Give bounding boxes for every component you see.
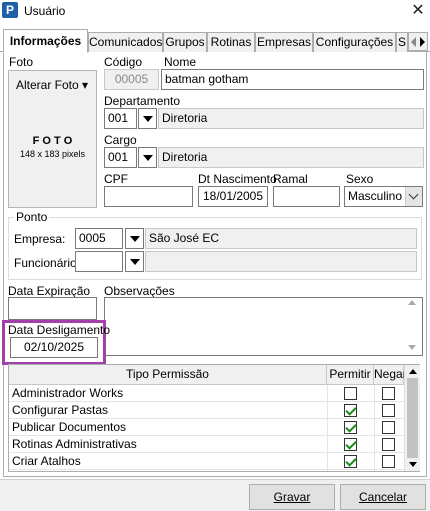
negar-checkbox[interactable] — [382, 387, 395, 400]
photo-box: Alterar Foto ▾ F O T O 148 x 183 pixels — [8, 70, 97, 208]
negar-checkbox[interactable] — [382, 438, 395, 451]
observacoes-textarea[interactable] — [104, 297, 423, 356]
data-desligamento-field[interactable]: 02/10/2025 — [10, 337, 98, 358]
negar-checkbox[interactable] — [382, 404, 395, 417]
column-divider — [327, 385, 328, 471]
empresa-label: Empresa: — [14, 232, 66, 246]
sexo-chevron-down-icon[interactable] — [405, 187, 422, 206]
app-logo-icon: P — [2, 2, 18, 18]
ramal-label: Ramal — [273, 172, 308, 186]
departamento-name-field: Diretoria — [158, 108, 424, 129]
permitir-checkbox[interactable] — [344, 455, 357, 468]
grid-scrollbar[interactable] — [404, 365, 420, 471]
permission-name: Criar Atalhos — [12, 454, 81, 468]
cancelar-button-label: Cancelar — [358, 490, 408, 504]
tab-informacoes[interactable]: Informações — [3, 29, 88, 53]
alterar-foto-button[interactable]: Alterar Foto ▾ — [16, 78, 88, 92]
observacoes-scroll-up-icon[interactable] — [408, 300, 416, 305]
data-desligamento-label: Data Desligamento — [8, 323, 111, 337]
cpf-label: CPF — [104, 172, 128, 186]
table-row[interactable]: Rotinas Administrativas — [9, 436, 404, 453]
departamento-dropdown-button[interactable] — [138, 108, 157, 129]
departamento-code-field[interactable]: 001 — [104, 108, 137, 129]
tab-grupos[interactable]: Grupos — [163, 32, 207, 52]
foto-label: Foto — [9, 55, 34, 69]
permitir-checkbox[interactable] — [344, 438, 357, 451]
cpf-field[interactable] — [104, 186, 193, 207]
permitir-header[interactable]: Permitir — [327, 365, 374, 385]
permission-name: Publicar Documentos — [12, 420, 127, 434]
dt-nascimento-label: Dt Nascimento — [198, 172, 277, 186]
table-row[interactable]: Criar Atalhos — [9, 453, 404, 470]
nome-field[interactable]: batman gotham — [161, 69, 424, 90]
table-row[interactable]: Configurar Pastas — [9, 402, 404, 419]
cargo-label: Cargo — [104, 133, 137, 147]
tipo-permissao-header[interactable]: Tipo Permissão — [9, 365, 327, 385]
funcionario-code-field[interactable] — [75, 251, 123, 272]
empresa-code-field[interactable]: 0005 — [75, 228, 123, 249]
observacoes-scroll-down-icon[interactable] — [408, 345, 416, 350]
departamento-label: Departamento — [104, 94, 181, 108]
funcionario-label: Funcionário: — [14, 256, 81, 270]
cargo-code-field[interactable]: 001 — [104, 147, 137, 168]
cargo-dropdown-button[interactable] — [138, 147, 157, 168]
tab-scroll-left-icon[interactable] — [411, 37, 416, 47]
column-divider — [374, 385, 375, 471]
empresa-name-field: São José EC — [145, 228, 417, 249]
table-row[interactable]: Publicar Documentos — [9, 419, 404, 436]
tab-scroll-arrows[interactable] — [408, 32, 428, 51]
tab-configuracoes[interactable]: Configurações — [313, 32, 396, 52]
scrollbar-thumb[interactable] — [407, 378, 418, 458]
negar-header[interactable]: Negar — [374, 365, 407, 385]
tab-empresas[interactable]: Empresas — [255, 32, 313, 52]
cancelar-button[interactable]: Cancelar — [340, 484, 426, 510]
permission-name: Rotinas Administrativas — [12, 437, 137, 451]
gravar-button-label: Gravar — [273, 490, 311, 504]
tab-scroll-right-icon[interactable] — [420, 37, 425, 47]
close-icon[interactable]: ✕ — [408, 1, 428, 21]
permissoes-grid: Tipo Permissão Permitir Negar Administra… — [8, 364, 420, 472]
ponto-label: Ponto — [14, 210, 50, 224]
cargo-name-field: Diretoria — [158, 147, 424, 168]
sexo-label: Sexo — [346, 172, 374, 186]
gravar-button[interactable]: Gravar — [249, 484, 335, 510]
tab-comunicados[interactable]: Comunicados — [88, 32, 163, 52]
permitir-checkbox[interactable] — [344, 404, 357, 417]
permission-name: Configurar Pastas — [12, 403, 109, 417]
photo-placeholder-title: F O T O — [32, 135, 73, 147]
permitir-checkbox[interactable] — [344, 421, 357, 434]
permitir-checkbox[interactable] — [344, 387, 357, 400]
nome-label: Nome — [164, 55, 197, 69]
permission-name: Administrador Works — [12, 386, 124, 400]
ramal-field[interactable] — [273, 186, 340, 207]
window-title: Usuário — [24, 4, 66, 18]
tab-rotinas[interactable]: Rotinas — [207, 32, 255, 52]
photo-placeholder-size: 148 x 183 pixels — [19, 149, 86, 159]
data-expiracao-field[interactable] — [8, 297, 97, 320]
table-row[interactable]: Administrador Works — [9, 385, 404, 402]
data-expiracao-label: Data Expiração — [8, 284, 91, 298]
tab-overflow[interactable]: S — [396, 32, 408, 52]
codigo-label: Código — [104, 55, 143, 69]
funcionario-dropdown-button[interactable] — [125, 251, 144, 272]
codigo-field: 00005 — [104, 69, 159, 90]
scroll-down-icon[interactable] — [409, 462, 417, 467]
negar-checkbox[interactable] — [382, 455, 395, 468]
funcionario-name-field — [145, 251, 417, 272]
observacoes-label: Observações — [104, 284, 175, 298]
empresa-dropdown-button[interactable] — [125, 228, 144, 249]
scroll-up-icon[interactable] — [409, 369, 417, 374]
negar-checkbox[interactable] — [382, 421, 395, 434]
dt-nascimento-field[interactable]: 18/01/2005 — [198, 186, 268, 207]
